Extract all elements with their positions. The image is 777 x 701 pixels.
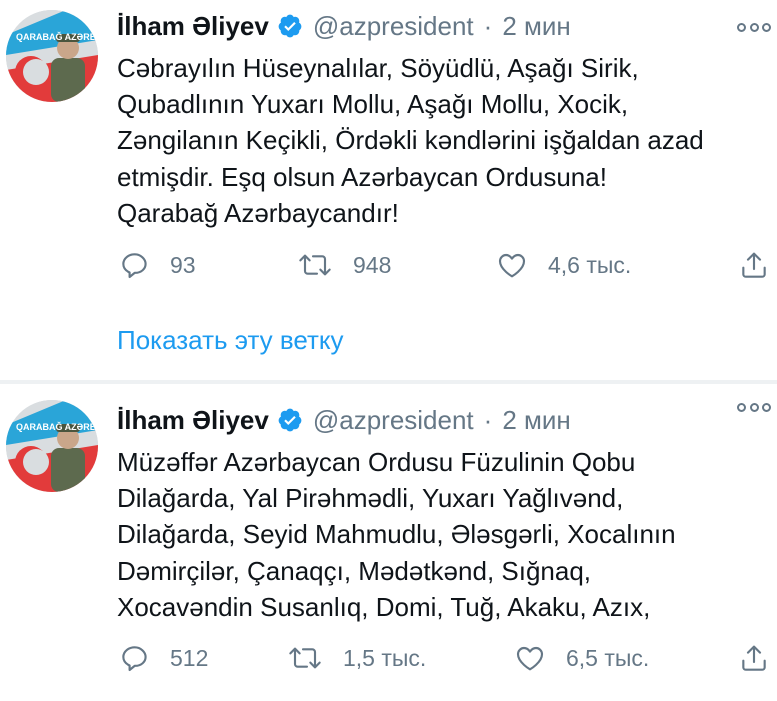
tweet-text-line: Müzəffər Azərbaycan Ordusu Füzulinin Qob… [117,447,636,477]
like-icon [516,646,544,671]
tweet-text-line: Zəngilanın Keçikli, Ördəkli kəndlərini i… [117,125,704,156]
like-button[interactable]: 6,5 тыс. [514,638,649,678]
action-bar: 93 948 4,6 тыс. [0,245,777,285]
more-options-icon[interactable] [737,398,771,416]
more-options-icon[interactable] [737,18,771,36]
tweet-2[interactable]: QARABAĞ AZƏRBAYCANDIR İlham Əliyev @azpr… [0,384,777,701]
retweet-count: 948 [353,251,392,278]
action-bar: 512 1,5 тыс. 6,5 тыс. [0,638,777,678]
tweet-text-line: Qarabağ Azərbaycandır! [117,197,399,228]
retweet-icon [299,254,331,276]
avatar-caption: QARABAĞ AZƏRBAYCANDIR [16,421,98,432]
tweet-header: İlham Əliyev @azpresident · 2 мин [117,402,571,438]
like-button[interactable]: 4,6 тыс. [496,245,631,285]
tweet-text-line: Dilağarda, Seyid Mahmudlu, Ələsgərli, Xo… [117,519,676,550]
retweet-button[interactable]: 948 [297,245,391,285]
meta-separator: · [483,10,493,41]
reply-icon [122,253,147,279]
share-button[interactable] [738,638,770,678]
avatar-caption: QARABAĞ AZƏRBAYCANDIR [16,31,98,42]
reply-icon [122,646,147,672]
reply-count: 512 [170,644,209,671]
avatar[interactable]: QARABAĞ AZƏRBAYCANDIR [6,400,98,492]
tweet-header: İlham Əliyev @azpresident · 2 мин [117,8,571,44]
reply-button[interactable]: 512 [118,638,208,678]
meta-separator: · [483,404,493,435]
tweet-text-line: Xocavəndin Susanlıq, Domi, Tuğ, Akaku, A… [117,591,651,622]
author-handle[interactable]: @azpresident [313,405,474,436]
retweet-count: 1,5 тыс. [343,644,427,671]
tweet-1[interactable]: QARABAĞ AZƏRBAYCANDIR İlham Əliyev @azpr… [0,0,777,380]
share-icon [742,252,766,278]
verified-badge-icon [278,14,302,38]
verified-badge-icon [278,408,302,432]
timestamp[interactable]: 2 мин [502,11,570,42]
show-thread-link[interactable]: Показать эту ветку [117,325,344,356]
like-icon [498,253,526,278]
avatar[interactable]: QARABAĞ AZƏRBAYCANDIR [6,10,98,102]
author-name[interactable]: İlham Əliyev [117,405,269,436]
tweet-text-line: etmişdir. Eşq olsun Azərbaycan Ordusuna! [117,161,607,192]
reply-button[interactable]: 93 [118,245,196,285]
retweet-button[interactable]: 1,5 тыс. [287,638,426,678]
retweet-icon [289,647,321,669]
share-button[interactable] [738,245,770,285]
tweet-text-line: Cəbrayılın Hüseynalılar, Söyüdlü, Aşağı … [117,53,639,83]
tweet-text-line: Dilağarda, Yal Pirəhmədli, Yuxarı Yağlıv… [117,483,624,514]
like-count: 4,6 тыс. [548,251,632,278]
share-icon [742,645,766,671]
reply-count: 93 [170,251,196,278]
author-name[interactable]: İlham Əliyev [117,11,269,42]
tweet-text-line: Dəmirçilər, Çanaqçı, Mədətkənd, Sığnaq, [117,555,592,586]
tweet-text-line: Qubadlının Yuxarı Mollu, Aşağı Mollu, Xo… [117,89,629,120]
timestamp[interactable]: 2 мин [502,405,570,436]
like-count: 6,5 тыс. [566,644,650,671]
author-handle[interactable]: @azpresident [313,11,474,42]
tweet-text: Cəbrayılın Hüseynalılar, Söyüdlü, Aşağı … [117,50,767,231]
tweet-text: Müzəffər Azərbaycan Ordusu Füzulinin Qob… [117,444,767,625]
